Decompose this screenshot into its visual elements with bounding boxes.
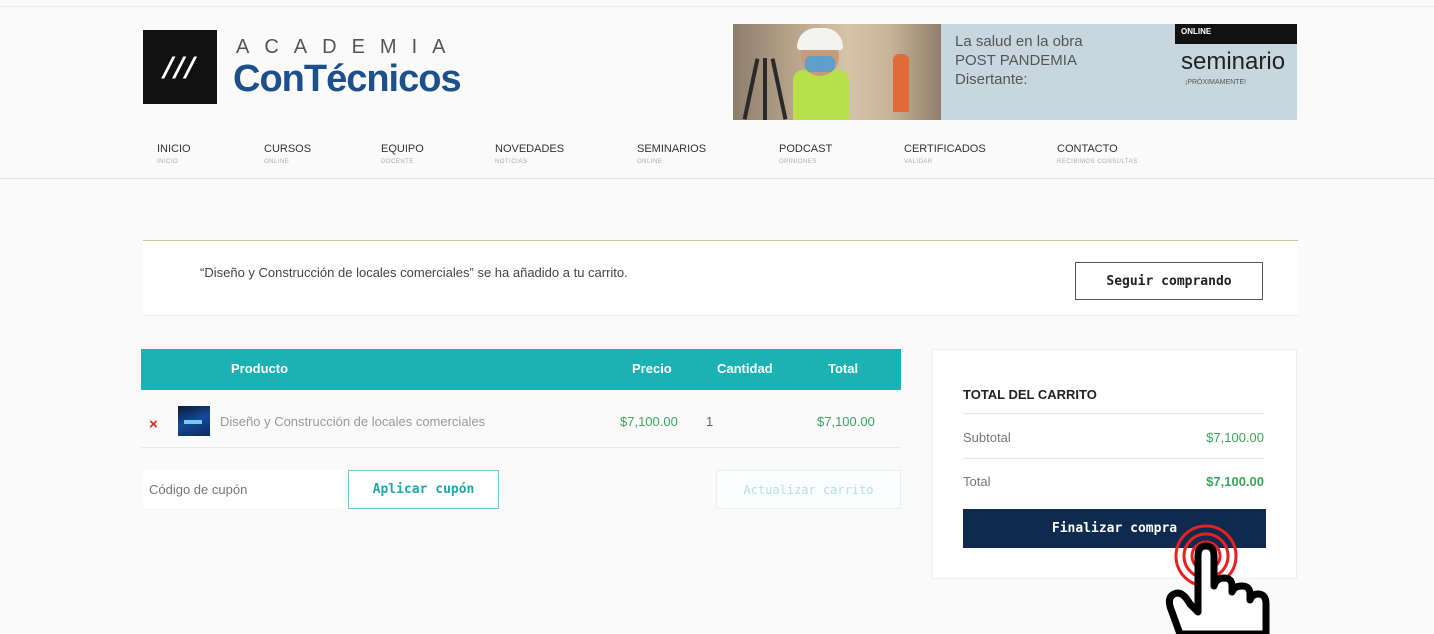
online-badge: ONLINE (1175, 24, 1297, 44)
worker-vest (793, 70, 849, 120)
col-header-product: Producto (231, 361, 289, 376)
nav-label: EQUIPO (381, 143, 424, 155)
nav-item-inicio[interactable]: INICIO INICIO (157, 143, 191, 165)
subtotal-value: $7,100.00 (1206, 430, 1264, 445)
banner-seminario-title: seminario (1181, 48, 1286, 75)
nav-label: CERTIFICADOS (904, 143, 986, 155)
nav-item-seminarios[interactable]: SEMINARIOS ONLINE (637, 143, 706, 165)
quantity-field[interactable]: 1 (706, 414, 713, 429)
worker-mask (805, 56, 835, 72)
nav-sublabel: OPINIONES (779, 159, 817, 165)
totals-divider (963, 458, 1265, 459)
nav-sublabel: NOTICIAS (495, 159, 528, 165)
nav-item-certificados[interactable]: CERTIFICADOS VALIDAR (904, 143, 986, 165)
seminar-banner[interactable]: La salud en la obra POST PANDEMIA Disert… (733, 24, 1297, 120)
logo-brand-name[interactable]: ConTécnicos (233, 58, 462, 101)
total-value: $7,100.00 (1206, 474, 1264, 489)
coupon-code-input[interactable] (143, 470, 343, 508)
nav-item-contacto[interactable]: CONTACTO RECIBIMOS CONSULTAS (1057, 143, 1138, 165)
nav-item-novedades[interactable]: NOVEDADES NOTICIAS (495, 143, 564, 165)
logo-mark[interactable]: /// (143, 30, 217, 104)
table-row: × Diseño y Construcción de locales comer… (141, 400, 901, 448)
product-name-link[interactable]: Diseño y Construcción de locales comerci… (220, 414, 485, 429)
apply-coupon-button[interactable]: Aplicar cupón (348, 470, 499, 509)
product-total: $7,100.00 (817, 414, 875, 429)
cart-table-header: Producto Precio Cantidad Total (141, 349, 901, 390)
nav-label: CONTACTO (1057, 143, 1118, 155)
banner-line-2: POST PANDEMIA (955, 52, 1077, 69)
banner-photo (733, 24, 941, 120)
logo-academia-text[interactable]: ACADEMIA (236, 36, 460, 59)
nav-sublabel: ONLINE (264, 159, 290, 165)
banner-text: La salud en la obra POST PANDEMIA Disert… (955, 32, 1083, 89)
continue-shopping-button[interactable]: Seguir comprando (1075, 262, 1263, 300)
nav-label: NOVEDADES (495, 143, 565, 155)
banner-line-1: La salud en la obra (955, 33, 1083, 50)
col-header-price: Precio (632, 361, 672, 376)
nav-item-cursos[interactable]: CURSOS ONLINE (264, 143, 311, 165)
cart-totals-panel: TOTAL DEL CARRITO Subtotal $7,100.00 Tot… (932, 349, 1297, 579)
nav-label: CURSOS (264, 143, 312, 155)
update-cart-button[interactable]: Actualizar carrito (716, 470, 901, 509)
nav-sublabel: VALIDAR (904, 159, 933, 165)
nav-sublabel: ONLINE (637, 159, 663, 165)
nav-sublabel: INICIO (157, 159, 179, 165)
banner-line-3: Disertante: (955, 71, 1028, 88)
checkout-button[interactable]: Finalizar compra (963, 509, 1266, 548)
subtotal-label: Subtotal (963, 430, 1011, 445)
cart-totals-title: TOTAL DEL CARRITO (963, 387, 1097, 402)
top-divider (0, 6, 1434, 7)
notice-message: “Diseño y Construcción de locales comerc… (200, 265, 628, 280)
nav-sublabel: DOCENTE (381, 159, 414, 165)
nav-sublabel: RECIBIMOS CONSULTAS (1057, 159, 1138, 165)
worker-helmet (797, 28, 843, 50)
tripod-graphic (742, 42, 789, 120)
totals-divider (963, 413, 1265, 414)
col-header-qty: Cantidad (717, 361, 773, 376)
background-worker (893, 54, 909, 112)
nav-label: PODCAST (779, 143, 833, 155)
total-label: Total (963, 474, 991, 489)
nav-label: INICIO (157, 143, 191, 155)
cart-notice: “Diseño y Construcción de locales comerc… (143, 240, 1298, 316)
nav-item-podcast[interactable]: PODCAST OPINIONES (779, 143, 832, 165)
product-thumbnail[interactable] (178, 406, 210, 436)
close-icon[interactable]: × (149, 416, 158, 433)
col-header-total: Total (828, 361, 859, 376)
banner-proximamente: ¡PRÓXIMAMENTE! (1185, 79, 1247, 86)
product-price: $7,100.00 (620, 414, 678, 429)
nav-label: SEMINARIOS (637, 143, 707, 155)
nav-item-equipo[interactable]: EQUIPO DOCENTE (381, 143, 424, 165)
nav-divider (0, 178, 1434, 179)
